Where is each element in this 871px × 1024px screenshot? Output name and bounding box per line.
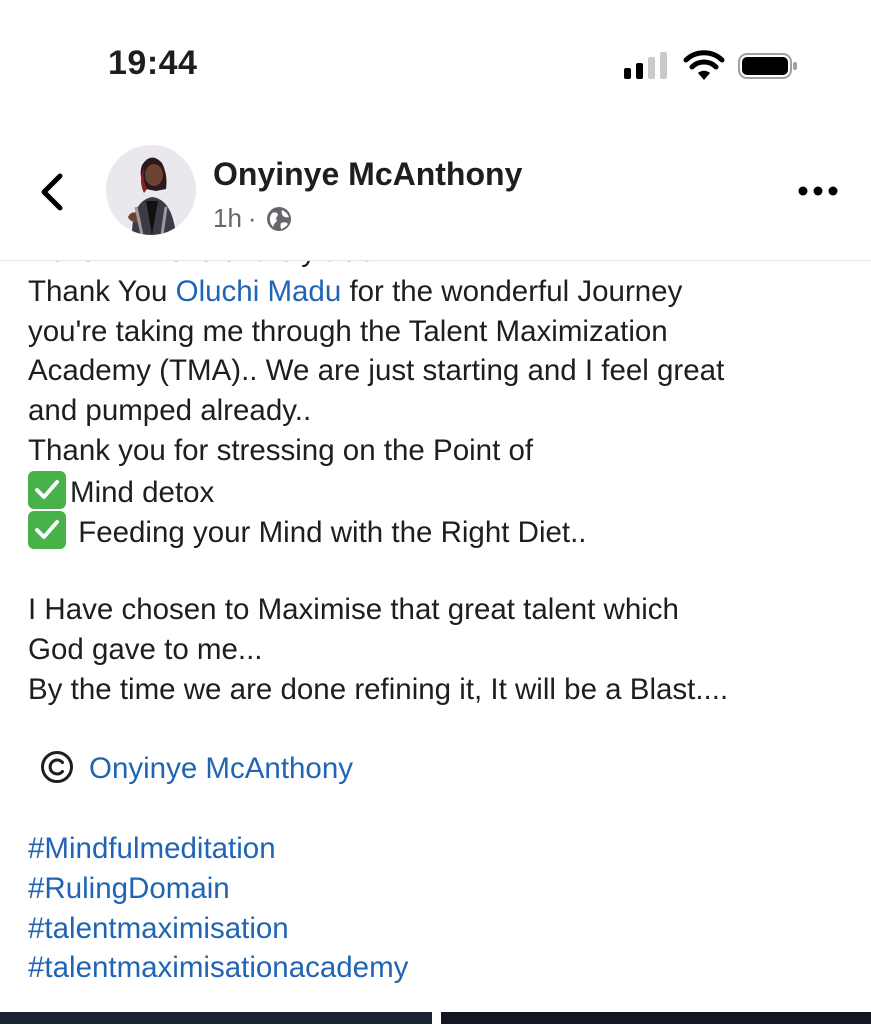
back-chevron-icon[interactable] xyxy=(34,168,70,216)
avatar[interactable] xyxy=(106,145,196,235)
post-line: God gave to me... xyxy=(28,632,263,666)
mention-oluchi-madu-link[interactable]: Oluchi Madu xyxy=(176,275,342,308)
check-mark-icon xyxy=(28,470,66,509)
post-line: Thank you for stressing on the Point of xyxy=(28,433,534,467)
post-text: for the wonderful Journey xyxy=(341,274,683,308)
status-time: 19:44 xyxy=(108,44,198,82)
hashtag-link[interactable]: #talentmaximisation xyxy=(28,909,858,949)
credit-line: Onyinye McAnthony xyxy=(28,749,858,789)
post-line: By the time we are done refining it, It … xyxy=(28,672,729,706)
more-dots-icon[interactable] xyxy=(796,181,840,201)
checklist-item: Feeding your Mind with the Right Diet.. xyxy=(28,510,858,551)
post-time[interactable]: 1h xyxy=(213,203,242,234)
attached-image[interactable] xyxy=(441,1012,871,1024)
hashtag-link[interactable]: #Mindfulmeditation xyxy=(28,829,858,869)
author-name[interactable]: Onyinye McAnthony xyxy=(213,156,522,193)
meta-separator: · xyxy=(247,203,257,233)
mention-onyinye-link[interactable]: Onyinye McAnthony xyxy=(89,752,353,785)
wifi-icon xyxy=(683,50,725,80)
check-mark-icon xyxy=(28,510,66,549)
status-bar: 19:44 xyxy=(0,0,871,120)
post-line: and pumped already.. xyxy=(28,394,312,428)
signal-icon xyxy=(624,52,667,79)
checklist-text: Feeding your Mind with the Right Diet.. xyxy=(70,515,587,549)
post-line: I Have chosen to Maximise that great tal… xyxy=(28,593,679,627)
post-line: Thank You Oluchi Madu for the wonderful … xyxy=(28,272,858,312)
checklist-text: Mind detox xyxy=(70,475,215,509)
attached-images-strip xyxy=(0,1012,871,1024)
post-line: Academy (TMA).. We are just starting and… xyxy=(28,354,725,388)
post-line: you're taking me through the Talent Maxi… xyxy=(28,314,668,348)
post-body: He is... This is entirely true.. Thank Y… xyxy=(28,232,858,988)
post-meta: 1h · xyxy=(213,203,293,234)
hashtag-link[interactable]: #talentmaximisationacademy xyxy=(28,948,858,988)
attached-image[interactable] xyxy=(0,1012,432,1024)
post-header: Onyinye McAnthony 1h · xyxy=(0,128,871,261)
hashtag-link[interactable]: #RulingDomain xyxy=(28,869,858,909)
checklist-item: Mind detox xyxy=(28,470,858,511)
copyright-icon xyxy=(41,751,73,784)
globe-icon xyxy=(266,206,291,231)
battery-icon xyxy=(738,53,797,79)
post-text: Thank You xyxy=(28,274,176,308)
